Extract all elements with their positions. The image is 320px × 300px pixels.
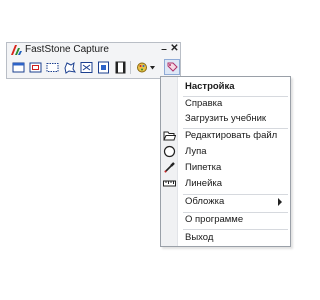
title-bar[interactable]: FastStone Capture – ✕ bbox=[7, 43, 180, 57]
menu-item-label: Линейка bbox=[185, 178, 223, 189]
capture-freehand-region-button[interactable] bbox=[62, 60, 76, 74]
capture-rectangular-region-button[interactable] bbox=[45, 60, 59, 74]
menu-item-label: Настройка bbox=[185, 81, 235, 92]
ruler-icon bbox=[163, 180, 176, 187]
toolbar-separator bbox=[130, 61, 131, 74]
menu-item-label: Загрузить учебник bbox=[185, 113, 267, 124]
menu-item-edit-file[interactable]: Редактировать файл bbox=[161, 129, 290, 143]
menu-item-label: Выход bbox=[185, 232, 214, 243]
minimize-button[interactable]: – bbox=[160, 44, 168, 55]
capture-window-object-button[interactable] bbox=[28, 60, 42, 74]
screen: FastStone Capture – ✕ Настройка Справка … bbox=[0, 0, 300, 300]
window-title: FastStone Capture bbox=[25, 44, 109, 55]
menu-item-exit[interactable]: Выход bbox=[161, 231, 290, 245]
capture-window-object-icon bbox=[29, 62, 41, 72]
screen-recorder-button[interactable] bbox=[113, 60, 127, 74]
capture-rectangular-region-icon bbox=[46, 62, 58, 72]
menu-item-label: Обложка bbox=[185, 196, 225, 207]
submenu-arrow-icon bbox=[278, 198, 282, 206]
capture-full-screen-icon bbox=[80, 61, 92, 73]
capture-active-window-icon bbox=[12, 62, 24, 72]
menu-item-label: Пипетка bbox=[185, 162, 222, 173]
menu-item-settings[interactable]: Настройка bbox=[161, 80, 290, 94]
menu-item-about[interactable]: О программе bbox=[161, 213, 290, 227]
menu-item-label: Справка bbox=[185, 98, 223, 109]
screen-recorder-icon bbox=[115, 61, 125, 73]
faststone-toolbar-window: FastStone Capture – ✕ bbox=[6, 42, 181, 79]
output-destination-icon bbox=[137, 62, 155, 72]
menu-item-cover[interactable]: Обложка bbox=[161, 195, 290, 209]
menu-item-label: Лупа bbox=[185, 146, 207, 157]
menu-item-eyedropper[interactable]: Пипетка bbox=[161, 161, 290, 175]
capture-scrolling-window-icon bbox=[97, 61, 109, 73]
capture-active-window-button[interactable] bbox=[11, 60, 25, 74]
menu-item-label: О программе bbox=[185, 214, 244, 225]
faststone-logo-icon bbox=[11, 45, 22, 55]
capture-full-screen-button[interactable] bbox=[79, 60, 93, 74]
eyedropper-icon bbox=[164, 162, 175, 173]
menu-item-ruler[interactable]: Линейка bbox=[161, 177, 290, 191]
settings-menu-button[interactable] bbox=[164, 59, 180, 75]
menu-item-help[interactable]: Справка bbox=[161, 97, 290, 111]
capture-tools-row bbox=[11, 59, 180, 76]
menu-item-download-tutorial[interactable]: Загрузить учебник bbox=[161, 112, 290, 126]
magnifier-icon bbox=[163, 145, 176, 158]
settings-context-menu: Настройка Справка Загрузить учебник Реда… bbox=[160, 76, 291, 247]
settings-menu-icon bbox=[167, 62, 178, 72]
capture-freehand-region-icon bbox=[63, 61, 76, 74]
open-folder-icon bbox=[163, 131, 176, 141]
menu-item-magnifier[interactable]: Лупа bbox=[161, 145, 290, 159]
close-button[interactable]: ✕ bbox=[170, 43, 179, 55]
output-destination-button[interactable] bbox=[135, 60, 157, 74]
menu-separator bbox=[183, 229, 288, 230]
capture-scrolling-window-button[interactable] bbox=[96, 60, 110, 74]
menu-item-label: Редактировать файл bbox=[185, 130, 278, 141]
